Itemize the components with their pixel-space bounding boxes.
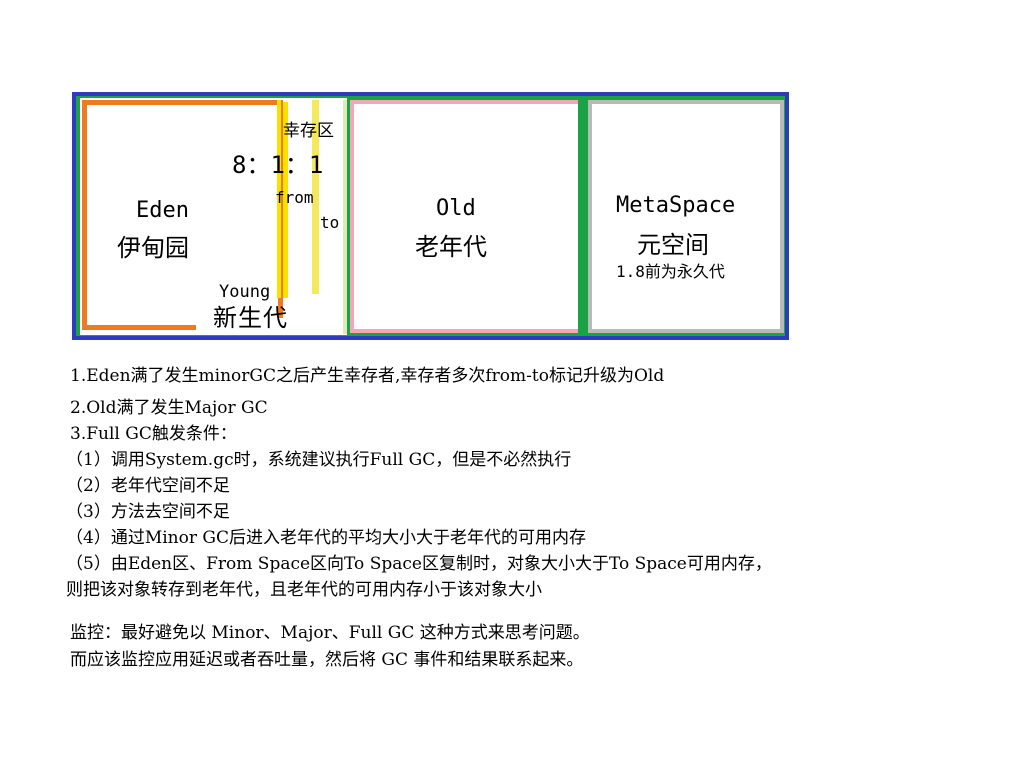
metaspace-note: 1.8前为永久代 xyxy=(616,262,725,281)
old-label-cn: 老年代 xyxy=(415,233,487,261)
monitoring-line-2: 而应该监控应用延迟或者吞吐量，然后将 GC 事件和结果联系起来。 xyxy=(70,650,584,670)
metaspace-label-cn: 元空间 xyxy=(637,231,709,259)
note-line-7: （4）通过Minor GC后进入老年代的平均大小大于老年代的可用内存 xyxy=(66,528,586,548)
note-line-8: （5）由Eden区、From Space区向To Space区复制时，对象大小大… xyxy=(66,554,772,574)
note-line-5: （2）老年代空间不足 xyxy=(66,476,230,496)
eden-label-cn: 伊甸园 xyxy=(117,234,189,262)
survivor-label-cn: 幸存区 xyxy=(283,121,334,141)
old-meta-separator xyxy=(578,96,588,336)
eden-space-bottom-border xyxy=(82,325,196,330)
generation-ratio-label: 8：1：1 xyxy=(232,151,324,179)
note-line-3: 3.Full GC触发条件： xyxy=(70,424,237,444)
from-label: from xyxy=(275,188,314,207)
eden-label-en: Eden xyxy=(136,198,189,223)
survivor-region-edge xyxy=(343,100,347,334)
metaspace-label-en: MetaSpace xyxy=(616,193,736,218)
young-label-cn: 新生代 xyxy=(213,304,288,332)
note-line-4: （1）调用System.gc时，系统建议执行Full GC，但是不必然执行 xyxy=(66,450,572,470)
note-line-6: （3）方法去空间不足 xyxy=(66,502,230,522)
note-line-9: 则把该对象转存到老年代，且老年代的可用内存小于该对象大小 xyxy=(66,580,542,600)
note-line-1: 1.Eden满了发生minorGC之后产生幸存者,幸存者多次from-to标记升… xyxy=(70,366,665,386)
old-label-en: Old xyxy=(436,196,476,221)
note-line-2: 2.Old满了发生Major GC xyxy=(70,398,268,418)
to-label: to xyxy=(320,213,340,232)
monitoring-line-1: 监控：最好避免以 Minor、Major、Full GC 这种方式来思考问题。 xyxy=(70,623,590,643)
